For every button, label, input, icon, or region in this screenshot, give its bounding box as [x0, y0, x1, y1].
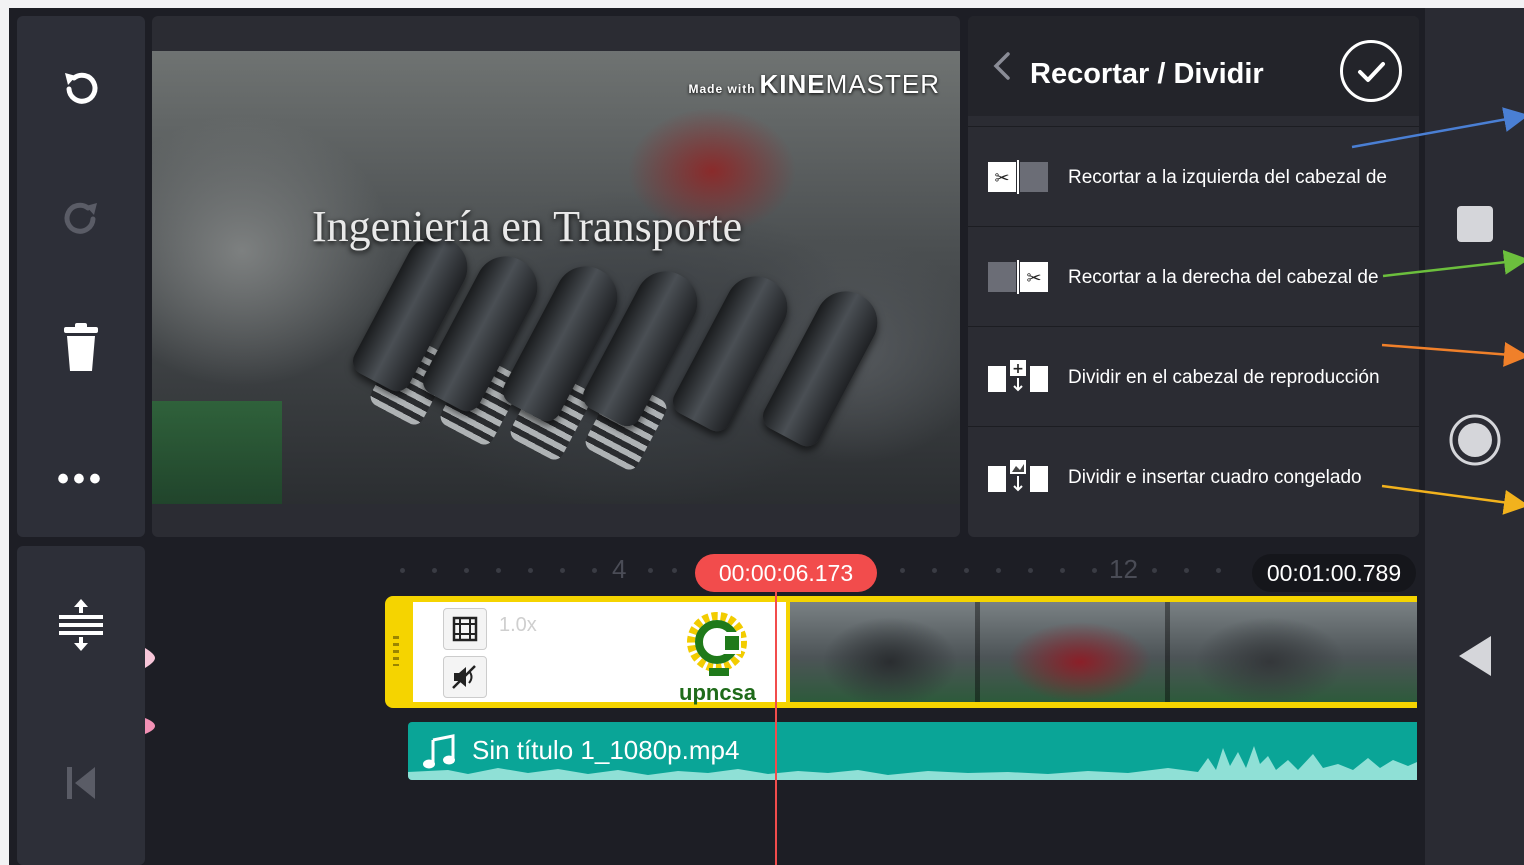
split-label: Dividir en el cabezal de reproducción — [1068, 367, 1380, 388]
clip-thumbnail-logo: 1.0x upncsa — [413, 602, 786, 705]
preview-panel: Made with KINEMASTER Ingeniería en Transp… — [152, 16, 960, 537]
audio-clip[interactable]: Sin título 1_1080p.mp4 — [408, 722, 1417, 780]
edit-toolbar: ••• — [17, 16, 145, 537]
video-title-overlay: Ingeniería en Transporte — [312, 202, 743, 251]
confirm-button[interactable] — [1340, 40, 1402, 102]
trim-left-icon: ✂ — [988, 160, 1048, 194]
kinemaster-app: ••• Made with KINEMASTER Ingeniería en T… — [9, 8, 1425, 865]
delete-button[interactable] — [17, 304, 145, 394]
trim-left-item[interactable]: ✂ Recortar a la izquierda del cabezal de — [968, 126, 1419, 226]
back-icon — [1458, 636, 1491, 676]
trim-split-panel: Recortar / Dividir ✂ Recortar a la izqui… — [968, 16, 1419, 537]
skip-to-start-button[interactable] — [17, 738, 145, 828]
undo-icon — [65, 72, 98, 104]
preview-floor-decoration — [152, 401, 282, 504]
skip-to-start-icon — [67, 767, 95, 799]
split-freeze-label: Dividir e insertar cuadro congelado — [1068, 467, 1362, 488]
mute-button[interactable] — [443, 656, 487, 698]
film-icon — [452, 616, 478, 642]
playhead-line[interactable] — [775, 584, 777, 865]
record-icon — [1449, 414, 1500, 466]
video-clip-selected[interactable]: 1.0x upncsa — [385, 596, 1417, 708]
trash-icon — [64, 323, 98, 371]
clip-speed: 1.0x — [499, 614, 537, 636]
nav-back-button[interactable] — [1425, 616, 1524, 696]
logo-text: upncsa — [679, 680, 757, 705]
total-duration: 00:01:00.789 — [1252, 554, 1416, 592]
stop-button[interactable] — [1425, 184, 1524, 264]
trim-left-label: Recortar a la izquierda del cabezal de — [1068, 167, 1387, 188]
clip-thumbnails — [790, 602, 1417, 702]
watermark: Made with KINEMASTER — [688, 69, 940, 99]
undo-button[interactable] — [17, 44, 145, 134]
expand-tracks-button[interactable] — [17, 580, 145, 670]
music-note-icon — [423, 734, 455, 769]
svg-text:✂: ✂ — [994, 168, 1009, 189]
video-preview[interactable]: Made with KINEMASTER Ingeniería en Transp… — [152, 51, 960, 504]
trim-right-icon: ✂ — [988, 260, 1048, 294]
split-icon: + — [988, 360, 1048, 392]
mute-icon — [452, 665, 476, 689]
trim-right-item[interactable]: ✂ Recortar a la derecha del cabezal de — [968, 226, 1419, 326]
stop-icon — [1456, 206, 1493, 242]
redo-icon — [64, 202, 97, 234]
expand-tracks-icon — [59, 599, 103, 651]
time-ruler: 4 12 00:00:06.173 00:01:00.789 — [152, 546, 1417, 596]
redo-button[interactable] — [17, 174, 145, 264]
ruler-label: 4 — [612, 554, 627, 584]
system-nav-bar — [1425, 8, 1524, 865]
record-button[interactable] — [1425, 400, 1524, 480]
more-icon: ••• — [57, 459, 105, 498]
panel-title: Recortar / Dividir — [1030, 58, 1264, 90]
more-button[interactable]: ••• — [17, 434, 145, 524]
timeline[interactable]: 4 12 00:00:06.173 00:01:00.789 1.0x upnc… — [152, 546, 1417, 865]
back-arrow-icon[interactable] — [990, 50, 1014, 82]
clip-drag-handle[interactable] — [393, 636, 399, 666]
svg-text:+: + — [1012, 361, 1024, 377]
check-icon — [1358, 62, 1385, 82]
timeline-toolbar — [17, 546, 145, 865]
clip-marker-icon — [145, 648, 155, 668]
ruler-label: 12 — [1109, 554, 1138, 584]
audio-marker-icon — [145, 718, 155, 734]
split-freeze-item[interactable]: Dividir e insertar cuadro congelado — [968, 426, 1419, 526]
clip-settings-button[interactable] — [443, 608, 487, 650]
playhead-time: 00:00:06.173 — [695, 554, 877, 592]
audio-clip-name: Sin título 1_1080p.mp4 — [472, 735, 740, 765]
svg-text:✂: ✂ — [1026, 268, 1041, 289]
panel-header: Recortar / Dividir — [968, 16, 1419, 116]
trim-right-label: Recortar a la derecha del cabezal de — [1068, 267, 1379, 288]
split-freeze-icon — [988, 460, 1048, 492]
split-item[interactable]: + Dividir en el cabezal de reproducción — [968, 326, 1419, 426]
